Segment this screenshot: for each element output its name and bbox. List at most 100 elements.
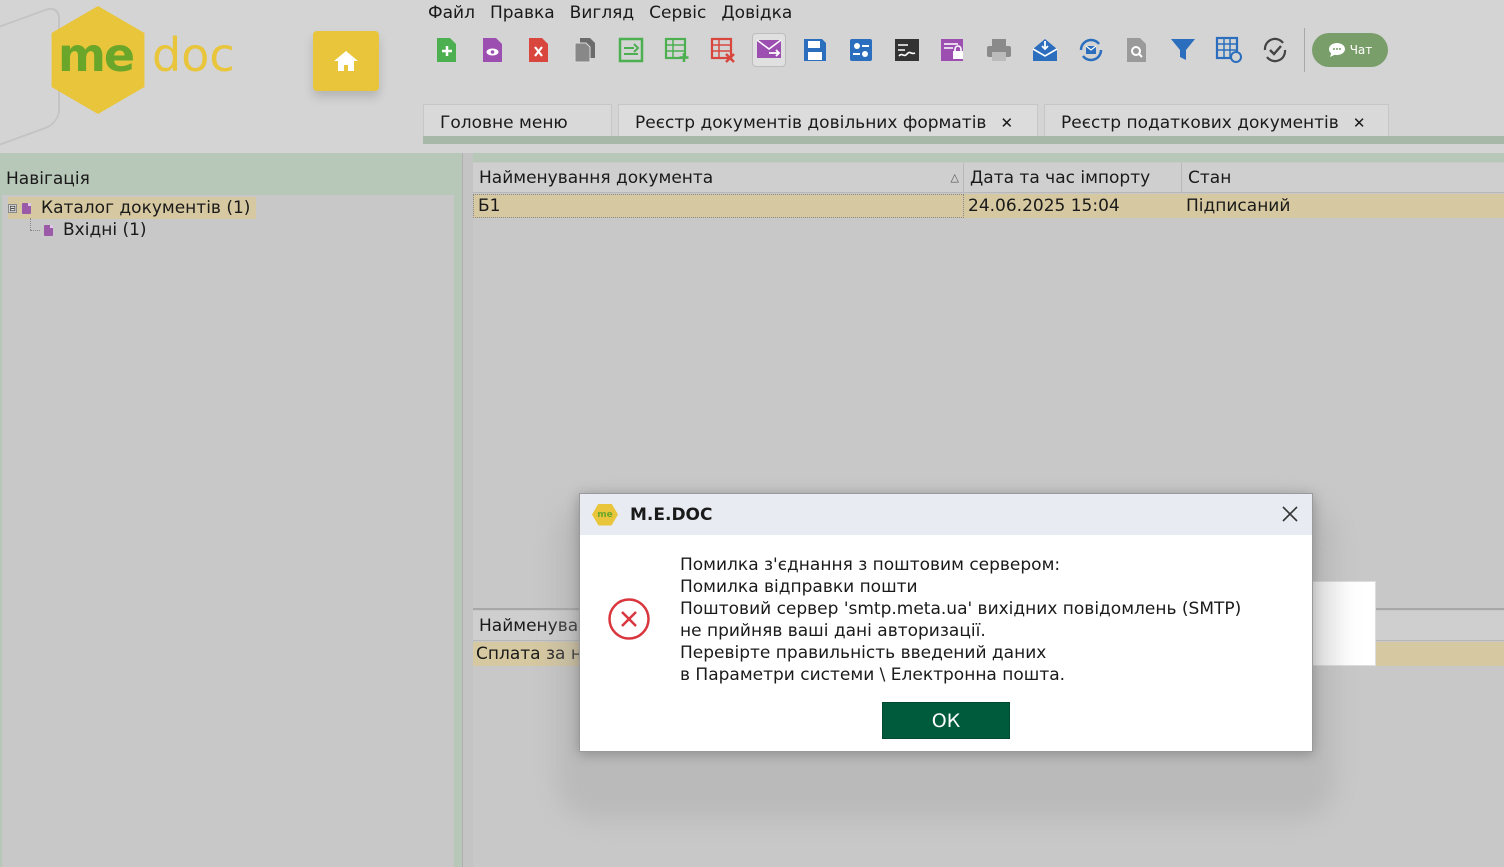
- tab-label: Головне меню: [440, 112, 568, 133]
- toolbar-move-doc-button[interactable]: [614, 33, 648, 67]
- sync-icon: [1079, 38, 1103, 62]
- column-label: Дата та час імпорту: [970, 167, 1151, 188]
- inbox-icon: [1032, 39, 1058, 61]
- logo-me-text: me: [58, 28, 135, 82]
- sort-asc-icon: △: [950, 171, 959, 184]
- error-dialog: me M.E.DOC Помилка з'єднання з поштовим …: [579, 493, 1313, 752]
- toolbar-save-button[interactable]: [798, 33, 832, 67]
- tab-arbitrary-docs-registry[interactable]: Реєстр документів довільних форматів ✕: [618, 104, 1038, 140]
- folder-doc-icon: [44, 224, 53, 236]
- logo-decoration: [0, 3, 60, 157]
- menu-bar: Файл Правка Вигляд Сервіс Довідка: [428, 3, 792, 23]
- add-doc-icon: [437, 38, 456, 62]
- copy-doc-icon: [574, 38, 595, 63]
- delete-table-icon: [710, 37, 735, 63]
- move-doc-icon: [618, 37, 644, 63]
- toolbar-inbox-button[interactable]: [1028, 33, 1062, 67]
- grid-refresh-icon: [1215, 36, 1242, 63]
- message-line: Перевірте правильність введений даних: [680, 643, 1047, 663]
- close-icon: [1282, 506, 1298, 522]
- dialog-title: M.E.DOC: [630, 504, 713, 525]
- table-top-border: [473, 153, 1504, 162]
- toolbar-delete-doc-button[interactable]: [522, 33, 556, 67]
- panel-splitter[interactable]: [462, 153, 473, 867]
- send-mail-icon: [756, 39, 782, 58]
- add-table-icon: [664, 37, 689, 62]
- message-line: Поштовий сервер 'smtp.meta.ua' вихідних …: [680, 599, 1242, 619]
- tree-item-label: Каталог документів (1): [41, 198, 251, 218]
- toolbar-lock-doc-button[interactable]: [936, 33, 970, 67]
- column-label: Стан: [1188, 167, 1232, 188]
- toolbar-add-doc-button[interactable]: [430, 33, 464, 67]
- settings-icon: [850, 39, 872, 61]
- filter-icon: [1171, 39, 1195, 60]
- tab-tax-docs-registry[interactable]: Реєстр податкових документів ✕: [1044, 104, 1389, 140]
- medoc-logo-icon: me: [592, 503, 618, 526]
- tab-underline: [423, 136, 1504, 144]
- tree-item-incoming[interactable]: Вхідні (1): [44, 219, 147, 241]
- toolbar-check-refresh-button[interactable]: [1258, 33, 1292, 67]
- logo-doc-text: doc: [152, 28, 235, 82]
- ok-button[interactable]: ОК: [882, 702, 1010, 739]
- cell-import-date: 24.06.2025 15:04: [968, 196, 1120, 216]
- lock-doc-icon: [941, 39, 963, 61]
- save-icon: [804, 39, 826, 61]
- tree-connector: [30, 218, 31, 230]
- menu-file[interactable]: Файл: [428, 3, 475, 23]
- tree-item-doc-catalog[interactable]: ⊟ Каталог документів (1): [8, 197, 257, 219]
- tab-label: Реєстр документів довільних форматів: [635, 112, 987, 133]
- navigation-tree: [2, 195, 454, 867]
- toolbar-add-table-button[interactable]: [660, 33, 694, 67]
- tree-item-label: Вхідні (1): [63, 220, 147, 240]
- toolbar-grid-refresh-button[interactable]: [1212, 33, 1246, 67]
- menu-help[interactable]: Довідка: [721, 3, 792, 23]
- message-line: в Параметри системи \ Електронна пошта.: [680, 665, 1066, 685]
- toolbar-send-mail-button[interactable]: [752, 33, 786, 67]
- navigation-panel: Навігація: [0, 153, 462, 867]
- toolbar-copy-doc-button[interactable]: [568, 33, 602, 67]
- toolbar-filter-button[interactable]: [1166, 33, 1200, 67]
- table-header: Найменування документа △ Дата та час імп…: [473, 163, 1504, 193]
- message-line: Помилка відправки пошти: [680, 577, 918, 597]
- column-label: Найменування документа: [479, 167, 714, 188]
- tab-close-icon[interactable]: ✕: [1000, 114, 1013, 132]
- app-header: me doc Файл Правка Вигляд Сервіс Довідка: [0, 0, 1504, 157]
- tab-close-icon[interactable]: ✕: [1353, 114, 1366, 132]
- check-refresh-icon: [1263, 37, 1287, 63]
- menu-view[interactable]: Вигляд: [570, 3, 635, 23]
- menu-service[interactable]: Сервіс: [649, 3, 706, 23]
- toolbar-print-button[interactable]: [982, 33, 1016, 67]
- toolbar-sign-button[interactable]: [890, 33, 924, 67]
- column-header-import-date[interactable]: Дата та час імпорту: [964, 163, 1182, 192]
- message-line: не прийняв ваші дані авторизації.: [680, 621, 986, 641]
- toolbar-settings-button[interactable]: [844, 33, 878, 67]
- toolbar-sync-button[interactable]: [1074, 33, 1108, 67]
- toolbar-separator: [1304, 28, 1305, 72]
- delete-doc-icon: [529, 38, 548, 62]
- home-button[interactable]: [313, 31, 379, 91]
- search-doc-icon: [1127, 38, 1146, 62]
- message-line: Помилка з'єднання з поштовим сервером:: [680, 555, 1061, 575]
- app-logo: me doc: [0, 0, 300, 157]
- toolbar: Чат: [430, 28, 1388, 72]
- tree-connector: [30, 230, 40, 231]
- tab-label: Реєстр податкових документів: [1061, 112, 1339, 133]
- toolbar-view-doc-button[interactable]: [476, 33, 510, 67]
- dialog-close-button[interactable]: [1278, 502, 1302, 526]
- chat-label: Чат: [1349, 43, 1373, 57]
- home-icon: [334, 51, 358, 71]
- menu-edit[interactable]: Правка: [490, 3, 555, 23]
- toolbar-delete-table-button[interactable]: [706, 33, 740, 67]
- chat-bubble-icon: [1328, 43, 1345, 57]
- cell-status: Підписаний: [1186, 196, 1291, 216]
- column-header-status[interactable]: Стан: [1182, 163, 1504, 192]
- tree-collapse-icon[interactable]: ⊟: [8, 203, 17, 213]
- table-row[interactable]: Б1 24.06.2025 15:04 Підписаний: [473, 194, 1504, 218]
- chat-button[interactable]: Чат: [1312, 33, 1388, 67]
- dialog-title-bar: me M.E.DOC: [580, 494, 1312, 535]
- tab-main-menu[interactable]: Головне меню: [423, 104, 612, 140]
- error-icon: [608, 598, 650, 640]
- toolbar-search-doc-button[interactable]: [1120, 33, 1154, 67]
- view-doc-icon: [483, 38, 502, 62]
- column-header-doc-name[interactable]: Найменування документа △: [473, 163, 964, 192]
